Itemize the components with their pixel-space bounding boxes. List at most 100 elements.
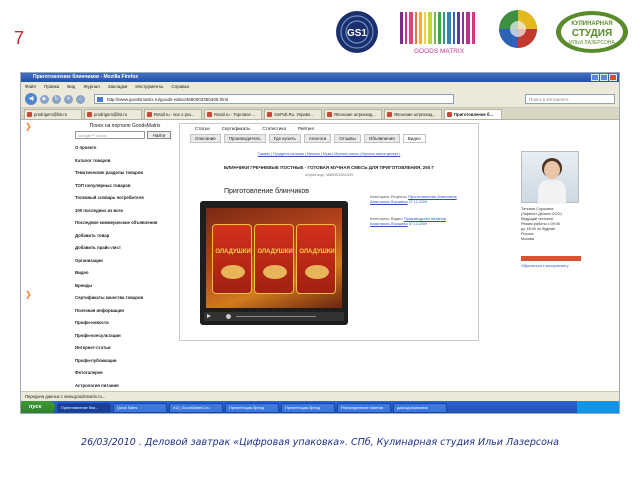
sidebar-item-useful[interactable]: Полезная информация bbox=[75, 308, 175, 314]
taskbar-item[interactable]: Распределение пакетов bbox=[337, 402, 391, 413]
browser-tab[interactable]: prodrigem@list.ru bbox=[24, 109, 82, 119]
windows-taskbar: пуск Приготовление бли... Quick Sales e1… bbox=[21, 401, 619, 413]
browser-tab[interactable]: Японские штрихкод... bbox=[324, 109, 382, 119]
browser-tab[interactable]: Retail.ru - все о роз... bbox=[144, 109, 202, 119]
sidebar-item-catalog[interactable]: Каталог товаров bbox=[75, 158, 175, 164]
bag-label: ОЛАДУШКИ bbox=[257, 249, 293, 255]
sidebar-item-dictionary[interactable]: Толковый словарь потребителя bbox=[75, 195, 175, 201]
menu-view[interactable]: Вид bbox=[67, 82, 75, 91]
sidebar-item-certificates[interactable]: Сертификаты качества товаров bbox=[75, 295, 175, 301]
sidebar-item-publications[interactable]: Профи-публикации bbox=[75, 358, 175, 364]
tab-where-to-buy[interactable]: Где купить bbox=[268, 134, 301, 143]
portal-search-button[interactable]: Найти bbox=[147, 131, 171, 139]
menu-tools[interactable]: Инструменты bbox=[135, 82, 163, 91]
product-title: БЛИНЧИКИ ГРЕЧНЕВЫЕ ПОСТНЫЕ - ГОТОВАЯ МУЧ… bbox=[223, 165, 435, 170]
tab-statistics[interactable]: Статистика bbox=[259, 124, 289, 133]
product-bag-image: ОЛАДУШКИ bbox=[296, 224, 336, 294]
video-author[interactable]: Анастасия Лоршина bbox=[370, 199, 408, 204]
forward-icon[interactable]: ▶ bbox=[40, 94, 49, 104]
tab-reviews[interactable]: Отзывы bbox=[334, 134, 361, 143]
sidebar-search-title: Поиск на портале GoodsMatrix bbox=[89, 123, 161, 129]
tab-ads[interactable]: Объявления bbox=[363, 134, 400, 143]
sidebar-item-ads[interactable]: Последние коммерческие объявления bbox=[75, 220, 175, 226]
browser-tab[interactable]: Японские штрихкод... bbox=[384, 109, 442, 119]
consultant-card: Татьяна Сорокина (Лариопт-Дельта ООО) Ве… bbox=[521, 151, 581, 269]
menu-help[interactable]: Справка bbox=[171, 82, 189, 91]
start-button[interactable]: пуск bbox=[21, 401, 55, 413]
sidebar-item-about[interactable]: О проекте bbox=[75, 145, 175, 151]
studio-line3: ИЛЬИ ЛАЗЕРСОНА bbox=[569, 40, 615, 46]
tab-manufacturer[interactable]: Производитель bbox=[223, 134, 266, 143]
reload-icon[interactable]: ↻ bbox=[52, 94, 61, 104]
menu-bookmarks[interactable]: Закладки bbox=[108, 82, 127, 91]
stop-icon[interactable]: ✕ bbox=[64, 94, 73, 104]
video-player[interactable]: ОЛАДУШКИ ОЛАДУШКИ ОЛАДУШКИ bbox=[200, 201, 348, 325]
sidebar-item-video[interactable]: Видео bbox=[75, 270, 175, 276]
minimize-button[interactable] bbox=[591, 74, 599, 81]
gs1-text: GS1 bbox=[347, 28, 367, 39]
sidebar-item-brands[interactable]: Бренды bbox=[75, 283, 175, 289]
sidebar-item-latest[interactable]: 100 последних из всех bbox=[75, 208, 175, 214]
back-icon[interactable]: ◀ bbox=[25, 93, 37, 105]
tab-rating[interactable]: Рейтинг bbox=[295, 124, 318, 133]
portal-sidebar: Поиск на портале GoodsMatrix Google™ пои… bbox=[75, 123, 175, 395]
taskbar-item[interactable]: Презентация-бренд bbox=[281, 402, 335, 413]
breadcrumb[interactable]: Товары | Продукты питания | Мучные | Мук… bbox=[180, 152, 478, 156]
video-link[interactable]: Приготовление блинчиков bbox=[408, 194, 457, 199]
menu-file[interactable]: Файл bbox=[25, 82, 36, 91]
video-date: 07.12.2009 bbox=[408, 200, 427, 204]
navigation-toolbar: ◀ ▶ ↻ ✕ ⌂ http://www.goodsmatrix.ru/good… bbox=[21, 91, 619, 108]
tab-video[interactable]: Видео bbox=[402, 134, 426, 143]
browser-tab[interactable]: Retail.ru - Торговое ... bbox=[204, 109, 262, 119]
product-bag-image: ОЛАДУШКИ bbox=[254, 224, 294, 294]
play-icon[interactable] bbox=[207, 314, 211, 318]
menu-history[interactable]: Журнал bbox=[83, 82, 99, 91]
taskbar-item[interactable]: Презентация-бренд bbox=[225, 402, 279, 413]
video-author[interactable]: Анастасия Лоршина bbox=[370, 221, 408, 226]
taskbar-item[interactable]: Quick Sales bbox=[113, 402, 167, 413]
slide-number: 7 bbox=[14, 28, 25, 48]
consultant-info: Татьяна Сорокина (Лариопт-Дельта ООО) Ве… bbox=[521, 207, 581, 242]
sidebar-item-news[interactable]: Профи-новости bbox=[75, 320, 175, 326]
video-date: 07.12.2009 bbox=[408, 222, 427, 226]
tab-articles[interactable]: Статьи bbox=[192, 124, 213, 133]
tab-analogs[interactable]: Аналоги bbox=[303, 134, 332, 143]
seek-knob[interactable] bbox=[226, 314, 231, 319]
sidebar-item-articles[interactable]: Интернет-статьи bbox=[75, 345, 175, 351]
browser-tab-active[interactable]: Приготовление б... bbox=[444, 109, 502, 119]
seek-bar[interactable] bbox=[236, 316, 316, 317]
taskbar-item[interactable]: e12_GoodsMatrix1.ru bbox=[169, 402, 223, 413]
address-bar[interactable]: http://www.goodsmatrix.ru/goods-video/46… bbox=[94, 94, 454, 104]
consultant-detail: Москва bbox=[521, 237, 534, 241]
consultant-photo bbox=[521, 151, 579, 204]
tab-description[interactable]: Описание bbox=[190, 134, 221, 143]
browser-tab[interactable]: prodrigem@list.ru bbox=[84, 109, 142, 119]
window-title: Приготовление блинчиков - Mozilla Firefo… bbox=[33, 74, 139, 80]
sidebar-item-top[interactable]: ТОП популярных товаров bbox=[75, 183, 175, 189]
video-link[interactable]: Производство питания bbox=[404, 216, 446, 221]
sidebar-item-astrology[interactable]: Астрология питания bbox=[75, 383, 175, 389]
sidebar-item-consult[interactable]: Профи-консультации bbox=[75, 333, 175, 339]
taskbar-item[interactable]: Приготовление бли... bbox=[57, 402, 111, 413]
sidebar-item-gallery[interactable]: Фотогалерея bbox=[75, 370, 175, 376]
arrow-icon: ❯ bbox=[25, 122, 32, 131]
consultant-link[interactable]: Обратиться к консультанту bbox=[521, 264, 581, 269]
window-titlebar: Приготовление блинчиков - Mozilla Firefo… bbox=[21, 73, 619, 82]
slide-footer: 26/03/2010 . Деловой завтрак «Цифровая у… bbox=[81, 437, 559, 448]
sidebar-item-add-pricelist[interactable]: Добавить прайс-лист bbox=[75, 245, 175, 251]
tab-certificates[interactable]: Сертификаты bbox=[219, 124, 254, 133]
goods-matrix-text: GOODS MATRIX bbox=[414, 48, 465, 55]
web-search-input[interactable]: Поиск в Интернете bbox=[525, 94, 615, 104]
taskbar-item[interactable]: доклад компания bbox=[393, 402, 447, 413]
product-content: Статьи Сертификаты Статистика Рейтинг Оп… bbox=[179, 123, 479, 341]
home-icon[interactable]: ⌂ bbox=[76, 94, 85, 104]
sidebar-item-sections[interactable]: Тематические разделы товаров bbox=[75, 170, 175, 176]
portal-search-input[interactable]: Google™ поиск bbox=[75, 131, 145, 139]
browser-tab[interactable]: SmPult.Ru. Управл... bbox=[264, 109, 322, 119]
close-button[interactable] bbox=[609, 74, 617, 81]
sidebar-item-organizations[interactable]: Организации bbox=[75, 258, 175, 264]
sidebar-item-add-product[interactable]: Добавить товар bbox=[75, 233, 175, 239]
menu-edit[interactable]: Правка bbox=[44, 82, 59, 91]
maximize-button[interactable] bbox=[600, 74, 608, 81]
sidebar-search: Google™ поиск Найти bbox=[75, 131, 175, 139]
